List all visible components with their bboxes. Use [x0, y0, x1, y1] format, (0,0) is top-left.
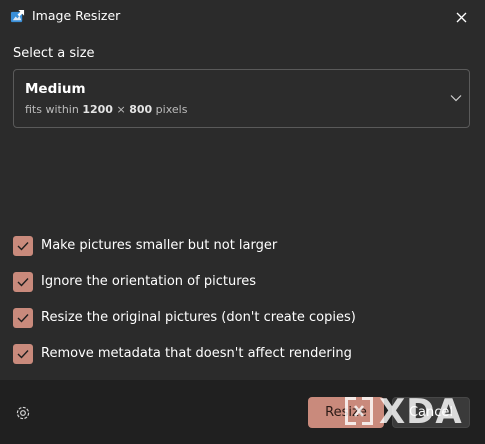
- size-description: fits within 1200 × 800 pixels: [25, 103, 187, 116]
- option-label: Remove metadata that doesn't affect rend…: [41, 346, 352, 361]
- size-desc-prefix: fits within: [25, 103, 79, 116]
- size-section-label: Select a size: [13, 46, 95, 61]
- size-width: 1200: [82, 103, 113, 116]
- title-bar: Image Resizer: [0, 0, 485, 34]
- size-height: 800: [129, 103, 153, 116]
- checkmark-icon: [17, 350, 29, 359]
- footer-bar: Resize Cancel: [0, 380, 485, 444]
- image-resizer-icon: [10, 9, 25, 23]
- close-icon: [456, 12, 466, 22]
- option-resize-original[interactable]: Resize the original pictures (don't crea…: [13, 308, 463, 328]
- checkbox-resize-original[interactable]: [13, 308, 33, 328]
- checkbox-remove-metadata[interactable]: [13, 344, 33, 364]
- checkmark-icon: [17, 314, 29, 323]
- size-dropdown[interactable]: Medium fits within 1200 × 800 pixels: [13, 69, 470, 128]
- chevron-down-icon: [450, 95, 462, 102]
- checkbox-ignore-orientation[interactable]: [13, 272, 33, 292]
- option-label: Make pictures smaller but not larger: [41, 238, 278, 253]
- resize-button[interactable]: Resize: [308, 397, 384, 428]
- checkbox-shrink-only[interactable]: [13, 236, 33, 256]
- window-title: Image Resizer: [32, 8, 121, 23]
- option-label: Ignore the orientation of pictures: [41, 274, 257, 289]
- checkmark-icon: [17, 278, 29, 287]
- gear-icon[interactable]: [14, 404, 32, 422]
- size-unit: pixels: [155, 103, 188, 116]
- option-label: Resize the original pictures (don't crea…: [41, 310, 356, 325]
- close-button[interactable]: [446, 2, 476, 32]
- size-times: ×: [116, 103, 126, 116]
- size-name: Medium: [25, 81, 86, 97]
- option-ignore-orientation[interactable]: Ignore the orientation of pictures: [13, 272, 463, 292]
- option-shrink-only[interactable]: Make pictures smaller but not larger: [13, 236, 463, 256]
- cancel-button[interactable]: Cancel: [392, 397, 470, 428]
- checkmark-icon: [17, 242, 29, 251]
- option-remove-metadata[interactable]: Remove metadata that doesn't affect rend…: [13, 344, 463, 364]
